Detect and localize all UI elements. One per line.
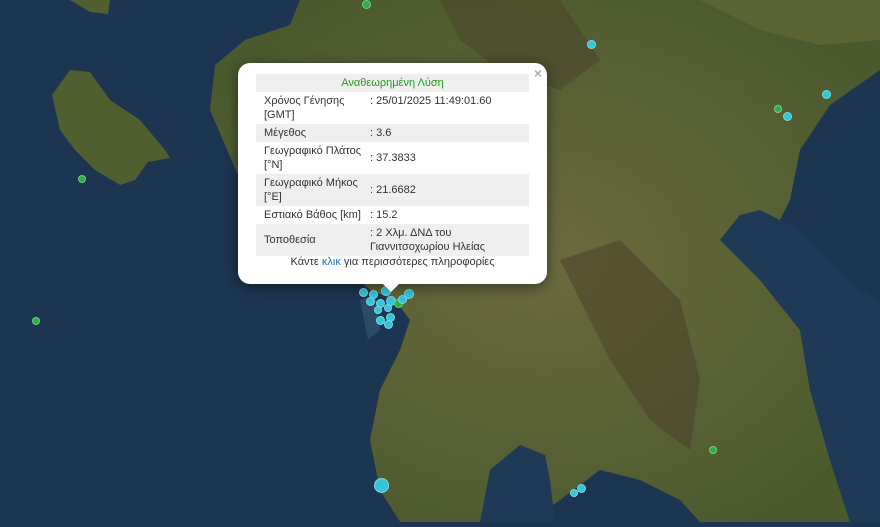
- older-earthquake-marker[interactable]: [709, 446, 717, 454]
- popup-title: Αναθεωρημένη Λύση: [256, 74, 529, 92]
- popup-title-row: Αναθεωρημένη Λύση: [256, 74, 529, 92]
- earthquake-marker[interactable]: [374, 478, 389, 493]
- earthquake-info-popup: × Αναθεωρημένη Λύση Χρόνος Γένησης [GMT]…: [238, 63, 547, 284]
- detail-row-longitude: Γεωγραφικό Μήκος [°E] : 21.6682: [256, 174, 529, 206]
- earthquake-marker[interactable]: [398, 295, 407, 304]
- close-popup-button[interactable]: ×: [534, 66, 542, 80]
- more-info-link[interactable]: κλικ: [322, 256, 341, 268]
- detail-row-origin-time: Χρόνος Γένησης [GMT] : 25/01/2025 11:49:…: [256, 92, 529, 124]
- detail-value: : 21.6682: [368, 174, 529, 206]
- earthquake-marker[interactable]: [783, 112, 792, 121]
- earthquake-details-table: Αναθεωρημένη Λύση Χρόνος Γένησης [GMT] :…: [256, 74, 529, 256]
- detail-row-depth: Εστιακό Βάθος [km] : 15.2: [256, 206, 529, 224]
- older-earthquake-marker[interactable]: [78, 175, 86, 183]
- earthquake-marker[interactable]: [366, 297, 375, 306]
- detail-value: : 3.6: [368, 124, 529, 142]
- earthquake-marker[interactable]: [359, 288, 368, 297]
- detail-label: Εστιακό Βάθος [km]: [264, 209, 361, 221]
- detail-row-magnitude: Μέγεθος : 3.6: [256, 124, 529, 142]
- earthquake-marker[interactable]: [570, 489, 578, 497]
- older-earthquake-marker[interactable]: [32, 317, 40, 325]
- earthquake-marker[interactable]: [577, 484, 586, 493]
- detail-value: : 37.3833: [370, 152, 416, 164]
- popup-pointer: [381, 282, 401, 292]
- more-info-line: Κάντε κλικ για περισσότερες πληροφορίες: [238, 256, 547, 268]
- detail-value: : 15.2: [370, 209, 398, 221]
- detail-label: Τοποθεσία: [256, 224, 368, 256]
- detail-value: : 2 Χλμ. ΔΝΔ του Γιαννιτσοχωρίου Ηλείας: [368, 224, 529, 256]
- earthquake-marker[interactable]: [384, 320, 393, 329]
- detail-label: Μέγεθος: [256, 124, 368, 142]
- detail-row-location: Τοποθεσία : 2 Χλμ. ΔΝΔ του Γιαννιτσοχωρί…: [256, 224, 529, 256]
- detail-row-latitude: Γεωγραφικό Πλάτος [°N] : 37.3833: [256, 142, 529, 174]
- earthquake-marker[interactable]: [587, 40, 596, 49]
- more-info-prefix: Κάντε: [290, 256, 319, 268]
- detail-value: : 25/01/2025 11:49:01.60: [370, 95, 492, 107]
- detail-label: Γεωγραφικό Μήκος [°E]: [256, 174, 368, 206]
- earthquake-marker[interactable]: [822, 90, 831, 99]
- earthquake-marker[interactable]: [374, 306, 382, 314]
- earthquake-marker[interactable]: [384, 304, 392, 312]
- older-earthquake-marker[interactable]: [774, 105, 782, 113]
- more-info-suffix: για περισσότερες πληροφορίες: [343, 256, 495, 268]
- detail-label: Γεωγραφικό Πλάτος [°N]: [264, 145, 362, 171]
- detail-label: Χρόνος Γένησης [GMT]: [264, 95, 345, 121]
- older-earthquake-marker[interactable]: [362, 0, 371, 9]
- map-canvas[interactable]: × Αναθεωρημένη Λύση Χρόνος Γένησης [GMT]…: [0, 0, 880, 522]
